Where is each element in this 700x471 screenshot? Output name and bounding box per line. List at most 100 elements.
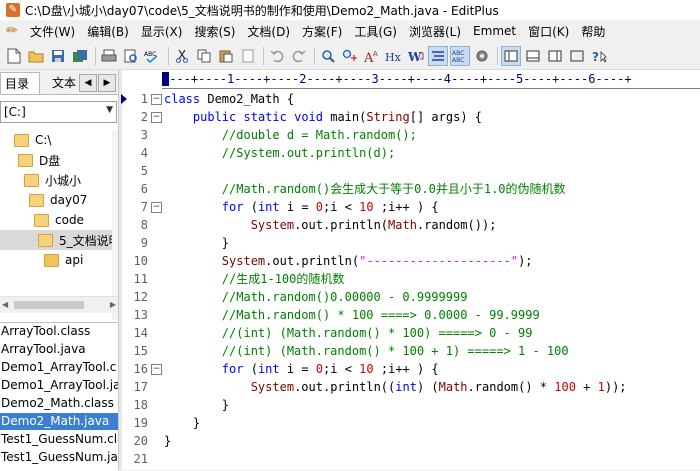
code-line[interactable]: //Math.random()0.00000 - 0.9999999 [164,288,468,306]
line-number-icon[interactable]: ABC ABC [450,45,470,66]
fold-toggle-icon[interactable]: − [151,364,162,375]
folder-tree: C:\ D盘 小城小 day07 code 5_文档说明 api [0,130,112,320]
save-icon[interactable] [48,46,68,66]
column-ruler: ---+----1----+----2----+----3----+----4-… [162,70,700,89]
line-number: 4 [140,146,148,160]
file-item[interactable]: Test1_GuessNum.ja [0,449,119,466]
tab-cliptext[interactable]: 文本 [48,72,80,94]
line-number: 10 [133,254,148,268]
tree-node-label: 5_文档说明 [59,233,112,248]
scrollbar-thumb[interactable] [14,301,84,309]
toolbar-separator [314,46,315,65]
line-number: 13 [133,308,148,322]
file-item[interactable]: ArrayTool.java [0,341,119,358]
file-item[interactable]: Test1_GuessNum.cla [0,431,119,448]
scroll-left-icon[interactable]: ◀ [2,300,8,309]
toolbar-separator [168,46,169,65]
line-number: 8 [140,218,148,232]
tree-node[interactable]: 小城小 [24,170,81,190]
code-line[interactable]: } [164,432,171,450]
code-line[interactable]: //System.out.println(d); [164,144,395,162]
code-line[interactable]: class Demo2_Math { [164,90,294,108]
fold-toggle-icon[interactable]: − [151,94,162,105]
menu-edit[interactable]: 编辑(B) [83,23,137,40]
menu-file[interactable]: 文件(W) [26,23,83,40]
code-line[interactable]: System.out.println(Math.random()); [164,216,497,234]
help-icon[interactable]: ? [589,46,609,66]
output-window-icon[interactable] [523,46,543,66]
code-line[interactable]: //(int) (Math.random() * 100 + 1) =====>… [164,342,569,360]
file-item[interactable]: Demo1_ArrayTool.ja [0,377,119,394]
tree-horizontal-scrollbar[interactable]: ◀ ▶ [0,296,118,313]
tree-node[interactable]: code [34,210,84,230]
full-screen-icon[interactable] [567,46,587,66]
code-editor[interactable]: ---+----1----+----2----+----3----+----4-… [121,70,700,470]
tab-directory[interactable]: 目录 [0,72,40,94]
menu-document[interactable]: 文档(D) [243,23,298,40]
directory-window-icon[interactable] [501,45,521,66]
indent-guide-icon[interactable] [428,45,448,66]
menu-project[interactable]: 方案(F) [298,23,350,40]
code-line[interactable]: System.out.println("--------------------… [164,252,533,270]
code-line[interactable]: for (int i = 0;i < 10 ;i++ ) { [164,360,439,378]
open-folder-icon[interactable] [26,46,46,66]
tab-scroll-right-icon[interactable]: ▶ [98,74,116,92]
file-item[interactable]: Demo1_ArrayTool.c [0,359,119,376]
menu-view[interactable]: 显示(X) [137,23,191,40]
redo-icon[interactable] [289,46,309,66]
find-icon[interactable] [318,46,338,66]
code-line[interactable]: //Math.random()会生成大于等于0.0并且小于1.0的伪随机数 [164,180,566,198]
folder-open-icon [18,153,33,167]
new-file-icon[interactable] [4,46,24,66]
menu-window[interactable]: 窗口(K) [524,23,577,40]
replace-icon[interactable] [340,46,360,66]
code-line[interactable]: } [164,396,229,414]
tree-node[interactable]: api [44,250,83,270]
menu-browser[interactable]: 浏览器(L) [405,23,469,40]
undo-icon[interactable] [267,46,287,66]
tab-scroll-left-icon[interactable]: ◀ [79,74,97,92]
spell-check-icon[interactable]: ABC [143,46,163,66]
file-item[interactable]: Demo2_Math.class [0,395,119,412]
tree-node-selected[interactable]: 5_文档说明 [0,230,112,250]
scroll-right-icon[interactable]: ▶ [110,300,116,309]
line-number-gutter: 1−2−3 4 5 6 7−8 9 10 11 12 13 14 15 16−17 18 19 20 21 [121,88,162,470]
word-wrap-icon[interactable]: W [406,46,426,66]
tree-node[interactable]: day07 [29,190,87,210]
drive-select[interactable]: [C:] ▼ [0,101,117,123]
save-all-icon[interactable] [70,46,90,66]
code-line[interactable]: System.out.println((int) (Math.random() … [164,378,627,396]
menu-help[interactable]: 帮助 [577,23,613,40]
svg-text:?: ? [592,50,599,63]
code-line[interactable]: } [164,234,229,252]
paste-icon[interactable] [216,46,236,66]
print-icon[interactable] [99,46,119,66]
code-line[interactable]: //Math.random() * 100 ====> 0.0000 - 99.… [164,306,540,324]
tree-node[interactable]: C:\ [14,130,51,150]
settings-gear-icon[interactable] [472,46,492,66]
code-line[interactable]: public static void main(String[] args) { [164,108,482,126]
print-preview-icon[interactable] [121,46,141,66]
fold-toggle-icon[interactable]: − [151,202,162,213]
cliptext-window-icon[interactable] [545,46,565,66]
cut-icon[interactable] [172,46,192,66]
copy-icon[interactable] [194,46,214,66]
code-area[interactable]: class Demo2_Math { public static void ma… [164,88,700,470]
svg-text:ABC: ABC [144,51,156,58]
code-line[interactable]: for (int i = 0;i < 10 ;i++ ) { [164,198,439,216]
code-line[interactable]: //生成1-100的随机数 [164,270,345,288]
hex-view-icon[interactable]: Hx [384,46,404,66]
code-line[interactable]: } [164,414,200,432]
file-item[interactable]: ArrayTool.class [0,323,119,340]
toolbar-separator [263,46,264,65]
delete-icon[interactable] [238,46,258,66]
file-item-selected[interactable]: Demo2_Math.java [0,413,119,430]
fold-toggle-icon[interactable]: − [151,112,162,123]
font-size-icon[interactable]: AA [362,46,382,66]
tree-node[interactable]: D盘 [18,150,60,170]
menu-search[interactable]: 搜索(S) [190,23,243,40]
menu-tools[interactable]: 工具(G) [350,23,405,40]
code-line[interactable]: //double d = Math.random(); [164,126,417,144]
menu-emmet[interactable]: Emmet [469,24,524,38]
code-line[interactable]: //(int) (Math.random() * 100) =====> 0 -… [164,324,533,342]
